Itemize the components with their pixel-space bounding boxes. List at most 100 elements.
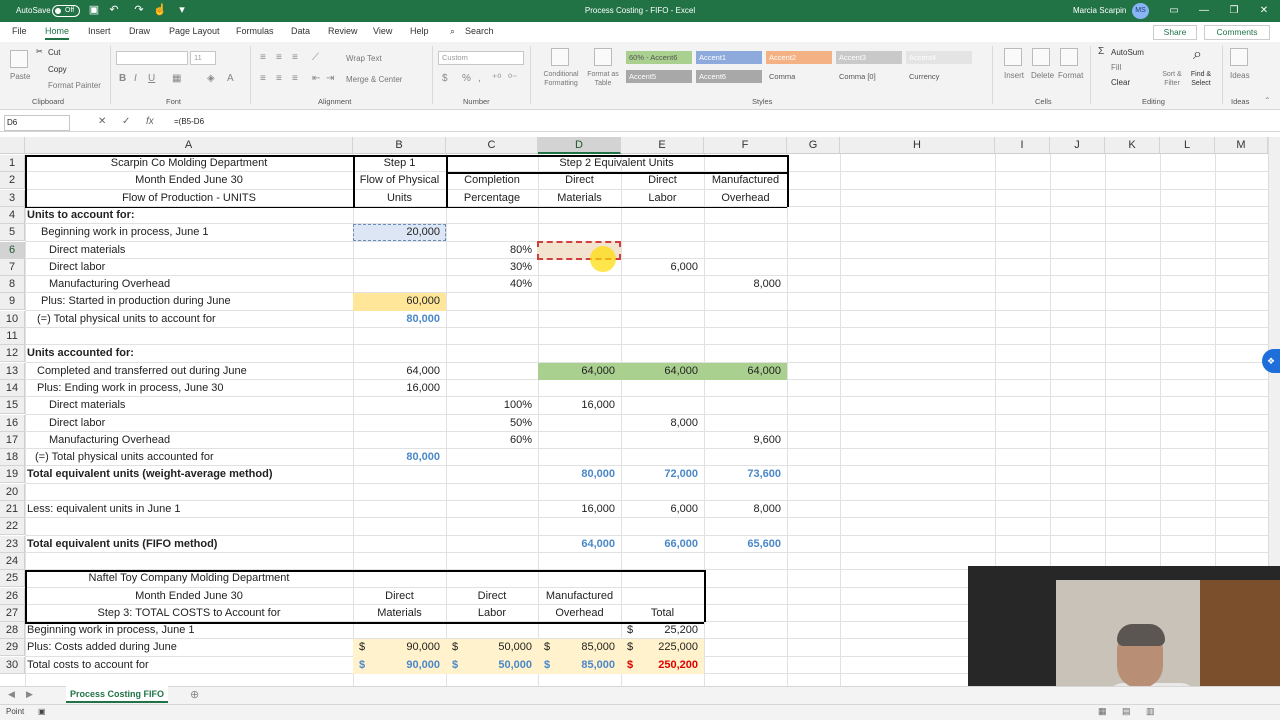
column-header-c[interactable]: C xyxy=(446,137,538,154)
cell-e13[interactable]: 64,000 xyxy=(621,363,704,380)
orientation-icon[interactable]: ⟋ xyxy=(312,52,319,63)
cell-b18[interactable]: 80,000 xyxy=(353,449,446,466)
cell-a5[interactable]: Beginning work in process, June 1 xyxy=(25,224,353,241)
save-icon[interactable]: ▣ xyxy=(88,4,100,17)
ribbon-display-icon[interactable]: ▭ xyxy=(1160,0,1188,22)
find-icon[interactable]: ⌕ xyxy=(1193,46,1202,64)
cut-button[interactable]: Cut xyxy=(48,48,60,57)
user-name[interactable]: Marcia Scarpin xyxy=(1073,0,1126,22)
format-as-table-icon[interactable] xyxy=(594,48,612,66)
tab-view[interactable]: View xyxy=(373,26,392,36)
font-name-field[interactable] xyxy=(116,51,188,65)
fill-color-icon[interactable]: ◈ xyxy=(207,73,215,84)
column-header-e[interactable]: E xyxy=(621,137,704,154)
italic-icon[interactable]: I xyxy=(134,73,137,84)
column-header-g[interactable]: G xyxy=(787,137,840,154)
redo-icon[interactable]: ↷ xyxy=(133,4,145,17)
format-cells-icon[interactable] xyxy=(1060,48,1078,66)
clear-button[interactable]: Clear xyxy=(1111,78,1130,87)
merge-center-button[interactable]: Merge & Center xyxy=(346,75,402,84)
insert-function-icon[interactable]: fx xyxy=(146,116,154,127)
column-header-i[interactable]: I xyxy=(995,137,1050,154)
autosum-button[interactable]: AutoSum xyxy=(1111,48,1144,57)
cell-d2[interactable]: Direct xyxy=(538,172,621,189)
cell-a15[interactable]: Direct materials xyxy=(25,397,353,414)
cell-c30[interactable]: 50,000 xyxy=(446,657,538,674)
conditional-formatting-button[interactable]: Conditional Formatting xyxy=(537,70,585,88)
format-painter-button[interactable]: Format Painter xyxy=(48,81,101,90)
restore-icon[interactable]: ❐ xyxy=(1220,0,1248,22)
style-accent2[interactable]: Accent2 xyxy=(766,51,832,64)
sort-filter-button[interactable]: Sort & Filter xyxy=(1157,70,1187,88)
cell-a17[interactable]: Manufacturing Overhead xyxy=(25,432,353,449)
cell-a8[interactable]: Manufacturing Overhead xyxy=(25,276,353,293)
enter-icon[interactable]: ✓ xyxy=(122,116,130,127)
cell-b3[interactable]: Units xyxy=(353,190,446,207)
tab-page-layout[interactable]: Page Layout xyxy=(169,26,220,36)
select-all-corner[interactable] xyxy=(0,137,25,154)
row-header-26[interactable]: 26 xyxy=(0,587,25,605)
font-size-field[interactable]: 11 xyxy=(190,51,216,65)
cell-a25[interactable]: Naftel Toy Company Molding Department xyxy=(25,570,353,587)
cell-f3[interactable]: Overhead xyxy=(704,190,787,207)
column-header-j[interactable]: J xyxy=(1050,137,1105,154)
row-header-25[interactable]: 25 xyxy=(0,570,25,588)
row-header-5[interactable]: 5 xyxy=(0,224,25,242)
row-header-22[interactable]: 22 xyxy=(0,518,25,536)
cell-d19[interactable]: 80,000 xyxy=(538,466,621,483)
column-header-h[interactable]: H xyxy=(840,137,995,154)
style-comma-0[interactable]: Comma [0] xyxy=(836,70,902,83)
column-header-k[interactable]: K xyxy=(1105,137,1160,154)
align-center-icon[interactable]: ≡ xyxy=(276,73,282,84)
cell-a21[interactable]: Less: equivalent units in June 1 xyxy=(25,501,353,518)
row-header-13[interactable]: 13 xyxy=(0,362,25,380)
row-header-28[interactable]: 28 xyxy=(0,622,25,640)
cell-e3[interactable]: Labor xyxy=(621,190,704,207)
tab-draw[interactable]: Draw xyxy=(129,26,150,36)
cell-a30[interactable]: Total costs to account for xyxy=(25,657,353,674)
style-accent6[interactable]: Accent6 xyxy=(696,70,762,83)
cell-c2[interactable]: Completion xyxy=(446,172,538,189)
row-header-27[interactable]: 27 xyxy=(0,604,25,622)
row-header-1[interactable]: 1 xyxy=(0,155,25,172)
autosave-toggle[interactable]: Off xyxy=(52,5,80,17)
cell-b29[interactable]: 90,000 xyxy=(353,639,446,656)
cell-e7[interactable]: 6,000 xyxy=(621,259,704,276)
cell-d3[interactable]: Materials xyxy=(538,190,621,207)
normal-view-icon[interactable]: ▦ xyxy=(1098,706,1107,717)
increase-decimal-icon[interactable]: ⁺⁰ xyxy=(492,73,501,84)
style-accent5[interactable]: Accent5 xyxy=(626,70,692,83)
wrap-text-button[interactable]: Wrap Text xyxy=(346,54,382,63)
find-select-button[interactable]: Find & Select xyxy=(1186,70,1216,88)
currency-icon[interactable]: $ xyxy=(442,73,448,84)
align-left-icon[interactable]: ≡ xyxy=(260,73,266,84)
cell-e29[interactable]: 225,000 xyxy=(621,639,704,656)
cell-a27[interactable]: Step 3: TOTAL COSTS to Account for xyxy=(25,605,353,622)
cell-e27[interactable]: Total xyxy=(621,605,704,622)
row-header-24[interactable]: 24 xyxy=(0,552,25,570)
cell-a6[interactable]: Direct materials xyxy=(25,242,353,259)
style-comma[interactable]: Comma xyxy=(766,70,832,83)
fill-button[interactable]: Fill xyxy=(1111,63,1121,72)
tab-data[interactable]: Data xyxy=(291,26,310,36)
cell-a12[interactable]: Units accounted for: xyxy=(25,345,353,362)
cell-a13[interactable]: Completed and transferred out during Jun… xyxy=(25,363,353,380)
style-currency[interactable]: Currency xyxy=(906,70,972,83)
cell-a28[interactable]: Beginning work in process, June 1 xyxy=(25,622,353,639)
delete-cells-icon[interactable] xyxy=(1032,48,1050,66)
cell-f23[interactable]: 65,600 xyxy=(704,536,787,553)
cell-c3[interactable]: Percentage xyxy=(446,190,538,207)
row-header-21[interactable]: 21 xyxy=(0,501,25,518)
cell-d30[interactable]: 85,000 xyxy=(538,657,621,674)
cell-b14[interactable]: 16,000 xyxy=(353,380,446,397)
format-as-table-button[interactable]: Format as Table xyxy=(585,70,621,88)
cell-c27[interactable]: Labor xyxy=(446,605,538,622)
cell-b27[interactable]: Materials xyxy=(353,605,446,622)
cell-c17[interactable]: 60% xyxy=(446,432,538,449)
cell-d23[interactable]: 64,000 xyxy=(538,536,621,553)
cell-c6[interactable]: 80% xyxy=(446,242,538,259)
cell-c8[interactable]: 40% xyxy=(446,276,538,293)
row-header-20[interactable]: 20 xyxy=(0,483,25,501)
touch-mode-icon[interactable]: ☝ xyxy=(153,4,167,17)
customize-toolbar-icon[interactable]: ▾ xyxy=(176,4,188,17)
